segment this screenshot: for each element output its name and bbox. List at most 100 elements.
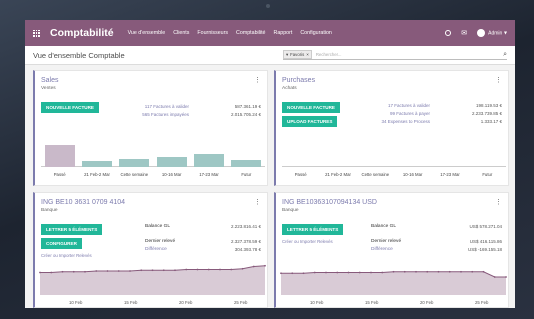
close-icon[interactable]: ×: [306, 52, 309, 57]
to-validate-link[interactable]: 117 Factures à valider: [145, 104, 189, 109]
data-point-4[interactable]: [325, 271, 327, 274]
purchases-bar-chart[interactable]: Passé 21 Feb-2 Mar Cette semaine 10-16 Mar 1…: [282, 137, 506, 177]
bar-0[interactable]: [44, 144, 75, 167]
data-point-14[interactable]: [437, 270, 440, 273]
import-statements-link[interactable]: Créer ou Importer Relevés: [41, 253, 92, 258]
balance-line-chart[interactable]: 10 Feb 15 Feb 20 Feb 25 Feb: [39, 263, 266, 307]
data-point-8[interactable]: [129, 270, 131, 272]
user-menu[interactable]: Admin ▾: [477, 29, 507, 37]
bar-1[interactable]: [82, 161, 112, 167]
data-point-15[interactable]: [448, 270, 451, 273]
bills-to-pay-link[interactable]: 99 Factures à payer: [390, 111, 430, 116]
bar-4[interactable]: [194, 154, 224, 167]
data-point-16[interactable]: [460, 270, 462, 273]
data-point-7[interactable]: [358, 271, 361, 274]
data-point-2[interactable]: [302, 272, 305, 275]
data-point-18[interactable]: [482, 270, 485, 273]
data-point-12[interactable]: [415, 270, 417, 273]
search-bar[interactable]: ▾ Favoris × Rechercher... ⌕: [283, 50, 507, 60]
apps-icon[interactable]: [33, 29, 40, 37]
menu-item-configuration[interactable]: Configuration: [300, 30, 332, 36]
data-point-20[interactable]: [505, 276, 507, 278]
data-point-11[interactable]: [403, 270, 406, 273]
facet-label: Favoris: [290, 52, 305, 57]
difference-label[interactable]: Différence: [371, 247, 393, 252]
menu-item-suppliers[interactable]: Fournisseurs: [197, 30, 228, 36]
sales-bar-chart[interactable]: Passé 21 Feb-2 Mar Cette semaine 10-16 Mar 1…: [41, 137, 265, 177]
menu-item-accounting[interactable]: Comptabilité: [236, 30, 265, 36]
data-point-0[interactable]: [280, 272, 282, 275]
search-icon[interactable]: ⌕: [503, 51, 507, 59]
card-title[interactable]: ING BE10363107094134 USD: [282, 199, 377, 206]
card-subtitle: Ventes: [41, 86, 56, 91]
bar-3[interactable]: [156, 157, 187, 167]
data-point-15[interactable]: [207, 268, 210, 271]
menu-item-report[interactable]: Rapport: [274, 30, 293, 36]
card-title[interactable]: ING BE10 3631 0709 4104: [41, 199, 125, 206]
data-point-14[interactable]: [196, 268, 199, 271]
data-point-0[interactable]: [39, 271, 41, 274]
data-point-1[interactable]: [291, 272, 294, 275]
data-point-3[interactable]: [72, 270, 75, 273]
new-invoice-button[interactable]: NOUVELLE FACTURE: [41, 102, 99, 113]
data-point-16[interactable]: [219, 268, 221, 271]
data-point-7[interactable]: [117, 270, 120, 272]
card-title[interactable]: Purchases: [282, 77, 315, 84]
data-point-5[interactable]: [336, 271, 339, 274]
kebab-menu-icon[interactable]: ⋮: [254, 198, 261, 206]
kebab-menu-icon[interactable]: ⋮: [254, 76, 261, 84]
app-brand[interactable]: Comptabilité: [50, 27, 114, 39]
balance-chart-svg: 10 Feb 15 Feb 20 Feb 25 Feb: [280, 270, 507, 305]
data-point-19[interactable]: [252, 265, 255, 268]
data-point-18[interactable]: [241, 267, 244, 270]
data-point-10[interactable]: [392, 270, 395, 273]
balance-gl-value: US$ 578.271.04: [469, 224, 502, 229]
data-point-2[interactable]: [61, 270, 64, 273]
clock-icon[interactable]: [445, 30, 452, 36]
data-point-19[interactable]: [493, 276, 496, 278]
bills-to-pay-amount: 2.233.739.85 €: [471, 111, 502, 116]
balance-gl-label: Balance GL: [145, 224, 171, 229]
data-point-8[interactable]: [370, 271, 372, 274]
difference-label[interactable]: Différence: [145, 247, 167, 252]
data-point-9[interactable]: [140, 269, 143, 272]
kebab-menu-icon[interactable]: ⋮: [495, 76, 502, 84]
reconcile-button[interactable]: LETTRER 5 ÉLÉMENTS: [41, 224, 103, 235]
data-point-20[interactable]: [264, 264, 266, 267]
search-input[interactable]: Rechercher...: [316, 52, 503, 57]
data-point-11[interactable]: [162, 269, 165, 272]
data-point-17[interactable]: [471, 270, 474, 273]
data-point-1[interactable]: [50, 271, 53, 274]
bar-2[interactable]: [119, 158, 150, 167]
bills-to-validate-amount: 198.119.53 €: [476, 103, 502, 108]
bar-5[interactable]: [231, 160, 262, 167]
data-point-10[interactable]: [151, 269, 154, 272]
data-point-9[interactable]: [381, 271, 384, 274]
import-statements-link[interactable]: Créer ou Importer Relevés: [282, 239, 333, 244]
data-point-6[interactable]: [106, 270, 109, 272]
data-point-6[interactable]: [347, 271, 350, 274]
data-point-13[interactable]: [426, 270, 429, 273]
user-name: Admin: [488, 30, 503, 37]
expenses-link[interactable]: 34 Expenses to Process: [381, 119, 430, 124]
reconcile-button[interactable]: LETTRER 5 ÉLÉMENTS: [282, 224, 344, 235]
configure-button[interactable]: CONFIGURER: [41, 238, 82, 249]
menu-item-overview[interactable]: Vue d'ensemble: [128, 30, 166, 36]
kebab-menu-icon[interactable]: ⋮: [495, 198, 502, 206]
upload-bills-button[interactable]: UPLOAD FACTURES: [282, 116, 338, 127]
unpaid-link[interactable]: 565 Factures impayées: [142, 112, 189, 117]
data-point-13[interactable]: [185, 268, 188, 271]
bills-to-validate-link[interactable]: 17 Factures à valider: [388, 103, 430, 108]
new-bill-button[interactable]: NOUVELLE FACTURE: [282, 102, 340, 113]
balance-line-chart[interactable]: 10 Feb 15 Feb 20 Feb 25 Feb: [280, 263, 507, 307]
data-point-12[interactable]: [174, 269, 176, 272]
chat-icon[interactable]: ✉: [461, 29, 467, 37]
card-title[interactable]: Sales: [41, 77, 59, 84]
search-facet[interactable]: ▾ Favoris ×: [283, 50, 312, 59]
menu-item-clients[interactable]: Clients: [173, 30, 189, 36]
data-point-3[interactable]: [313, 271, 316, 274]
data-point-5[interactable]: [95, 270, 98, 272]
difference-value: US$ -169.155.18: [467, 247, 502, 252]
data-point-17[interactable]: [230, 268, 233, 271]
data-point-4[interactable]: [84, 270, 86, 273]
